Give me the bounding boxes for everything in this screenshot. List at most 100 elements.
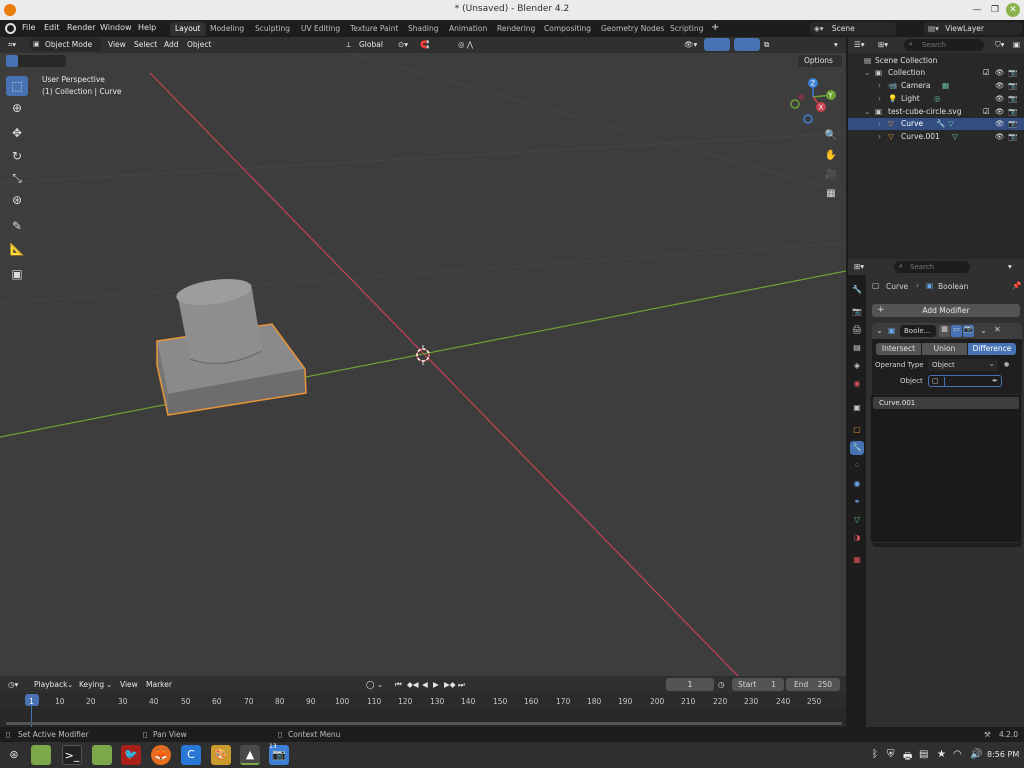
close-button[interactable]: ✕ [1006, 3, 1020, 17]
menu-object[interactable]: Object [187, 40, 211, 49]
pivot-point-icon[interactable]: ⊙▾ [398, 40, 408, 49]
outliner-search-input[interactable]: ⌕ Search [904, 39, 984, 51]
timeline-scrollbar[interactable] [6, 722, 842, 725]
select-tool-icon[interactable]: ⬚ [6, 76, 28, 96]
tab-scripting[interactable]: Scripting [665, 22, 708, 36]
options-button[interactable]: Options [798, 55, 842, 67]
tab-uv-editing[interactable]: UV Editing [296, 22, 345, 36]
checkbox-icon[interactable]: ☑ [983, 107, 990, 116]
expand-chevron-icon[interactable]: › [878, 81, 881, 90]
object-picker-field[interactable]: ▢ ✒ [928, 375, 1002, 387]
remove-modifier-icon[interactable]: ✕ [994, 325, 1001, 334]
editor-type-icon[interactable]: ⌗▾ [8, 40, 16, 50]
eye-icon[interactable]: 👁 [995, 119, 1005, 128]
maximize-button[interactable]: ❐ [988, 3, 1002, 17]
tab-texture-paint[interactable]: Texture Paint [345, 22, 403, 36]
prev-keyframe-icon[interactable]: ◆◀ [407, 680, 419, 689]
menu-file[interactable]: File [22, 23, 35, 32]
collection-tab-icon[interactable]: ▣ [850, 401, 864, 415]
menu-view[interactable]: View [108, 40, 126, 49]
printer-icon[interactable]: 🖶 [903, 749, 912, 766]
rotate-tool-icon[interactable]: ↻ [6, 146, 28, 166]
intersect-button[interactable]: Intersect [876, 343, 921, 355]
browser-icon[interactable]: C [181, 745, 201, 765]
outliner-row-camera[interactable]: › 📹 Camera ▦ 👁 📷 [848, 80, 1024, 92]
menu-playback[interactable]: Playback [34, 680, 67, 689]
view-layer-tab-icon[interactable]: ▤ [850, 341, 864, 355]
new-collection-icon[interactable]: ▣ [1013, 40, 1020, 49]
menu-marker[interactable]: Marker [146, 680, 172, 689]
menu-select[interactable]: Select [134, 40, 157, 49]
camera-view-icon[interactable]: 🎥 [822, 167, 840, 183]
expand-chevron-icon[interactable]: ⌄ [864, 68, 870, 77]
update-shield-icon[interactable]: ⛨ [887, 749, 895, 760]
render-toggle-icon[interactable]: 📷 [963, 325, 974, 337]
properties-options-icon[interactable]: ▾ [1008, 262, 1012, 271]
data-tab-icon[interactable]: ▽ [850, 513, 864, 527]
menu-add[interactable]: Add [164, 40, 179, 49]
properties-editor-icon[interactable]: ⊞▾ [854, 262, 864, 271]
select-box-icon[interactable] [6, 55, 18, 67]
auto-keying-icon[interactable]: ◯ ⌄ [366, 680, 383, 689]
object-tab-icon[interactable]: ▢ [850, 423, 864, 437]
add-cube-tool-icon[interactable]: ▣ [6, 264, 28, 284]
dropdown-chevron-icon[interactable]: ⌄ [980, 326, 987, 335]
pin-icon[interactable]: 📌 [1012, 281, 1021, 290]
outliner-row-collection[interactable]: ⌄ ▣ Collection ☑ 👁 📷 [848, 67, 1024, 79]
tab-animation[interactable]: Animation [444, 22, 492, 36]
display-mode-icon[interactable]: ⊞▾ [878, 40, 888, 49]
material-tab-icon[interactable]: ◑ [850, 531, 864, 545]
popup-option-curve-001[interactable]: Curve.001 [873, 397, 1019, 409]
scale-tool-icon[interactable]: ⤡ [6, 168, 28, 188]
modifier-name-field[interactable]: Boole... [900, 325, 936, 337]
move-tool-icon[interactable]: ✥ [6, 123, 28, 143]
outliner-row-curve-001[interactable]: › ▽ Curve.001 ▽ 👁 📷 [848, 131, 1024, 143]
zoom-icon[interactable]: 🔍 [822, 128, 840, 144]
shading-options-icon[interactable]: ▾ [834, 40, 838, 49]
tab-shading[interactable]: Shading [403, 22, 443, 36]
jump-start-icon[interactable]: ⏮ [395, 680, 402, 690]
pan-hand-icon[interactable]: ✋ [822, 148, 840, 164]
texture-tab-icon[interactable]: ▦ [850, 553, 864, 567]
3d-viewport[interactable]: User Perspective (1) Collection | Curve … [0, 53, 846, 676]
camera-render-icon[interactable]: 📷 [1008, 132, 1017, 141]
menu-window[interactable]: Window [100, 23, 132, 32]
end-frame-field[interactable]: End 250 [786, 678, 840, 691]
physics-tab-icon[interactable]: ◉ [850, 477, 864, 491]
properties-search-input[interactable]: ⌕ Search [894, 261, 970, 273]
camera-render-icon[interactable]: 📷 [1008, 81, 1017, 90]
mint-menu-icon[interactable]: ⊛ [4, 745, 24, 765]
show-desktop-icon[interactable] [31, 745, 51, 765]
navigation-gizmo[interactable]: Z Y X [788, 75, 846, 135]
start-frame-field[interactable]: Start 1 [732, 678, 784, 691]
app-icon-active[interactable]: ▲ [240, 745, 260, 765]
firefox-icon[interactable]: 🦊 [151, 745, 171, 765]
preview-range-icon[interactable]: ◷ [718, 680, 725, 689]
scene-selector[interactable]: ◈▾ Scene [810, 22, 896, 35]
select-mode-buttons[interactable] [6, 55, 66, 67]
camera-render-icon[interactable]: 📷 [1008, 107, 1017, 116]
measure-tool-icon[interactable]: 📐 [6, 239, 28, 259]
snap-icon[interactable]: 🧲 [420, 40, 429, 49]
operand-type-dropdown[interactable]: Object ⌄ [928, 359, 998, 371]
transform-orientation-dropdown[interactable]: Global [359, 40, 383, 49]
add-modifier-button[interactable]: + Add Modifier [872, 304, 1020, 317]
eye-icon[interactable]: 👁 [995, 94, 1005, 103]
output-tab-icon[interactable]: 🖨 [850, 323, 864, 337]
tab-compositing[interactable]: Compositing [539, 22, 596, 36]
particles-tab-icon[interactable]: ⁘ [850, 459, 864, 473]
cursor-tool-icon[interactable]: ⊕ [6, 98, 28, 118]
eye-icon[interactable]: 👁 [995, 81, 1005, 90]
tool-tab-icon[interactable]: 🔧 [850, 283, 864, 297]
outliner-row-scene-collection[interactable]: ▤ Scene Collection [848, 55, 1024, 67]
volume-icon[interactable]: 🔊 [970, 749, 982, 760]
view-layer-selector[interactable]: ▤▾ ViewLayer [924, 22, 1022, 35]
bluetooth-icon[interactable]: ᛒ [872, 749, 878, 760]
expand-chevron-icon[interactable]: › [878, 132, 881, 141]
eye-icon[interactable]: 👁 [995, 107, 1005, 116]
perspective-grid-icon[interactable]: ▦ [822, 186, 840, 202]
union-button[interactable]: Union [922, 343, 967, 355]
outliner-row-curve[interactable]: › ▽ Curve 🔧 ▽ 👁 📷 [848, 118, 1024, 130]
modifiers-tab-icon[interactable]: 🔧 [850, 441, 864, 455]
edit-mode-toggle-icon[interactable]: ▦ [939, 325, 950, 337]
